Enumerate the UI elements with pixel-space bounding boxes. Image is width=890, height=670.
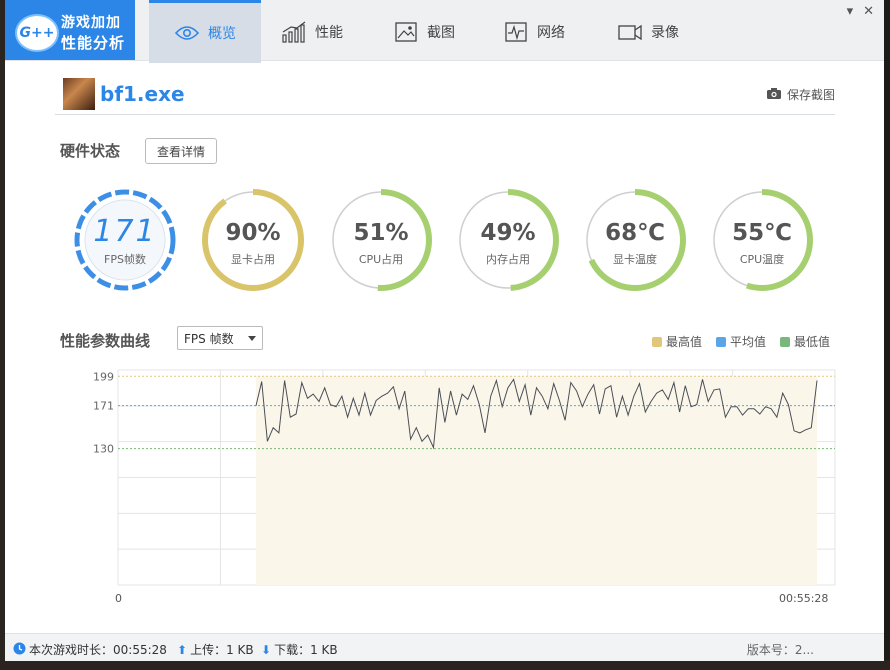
chart-legend: 最高值 平均值 最低值: [651, 333, 830, 350]
gauge-label: CPU温度: [739, 253, 785, 266]
legend-swatch: [651, 336, 662, 347]
tab-bar: G++ 游戏加加 性能分析 概览 性能 截图 网络 录像 ▾ ✕: [5, 0, 884, 63]
logo-subtitle: 性能分析: [61, 34, 126, 52]
desktop-background: [884, 0, 890, 670]
gauge-value: 90%: [225, 220, 281, 246]
fps-gauge: 171 FPS帧数: [73, 188, 177, 292]
gauge-label: CPU占用: [358, 253, 404, 266]
legend-label: 平均值: [729, 335, 766, 349]
logo-title: 游戏加加: [61, 15, 121, 31]
legend-item-avg: 平均值: [715, 333, 766, 350]
fps-line-chart: 199 171 130: [93, 369, 836, 586]
legend-swatch: [779, 336, 790, 347]
app-window: G++ 游戏加加 性能分析 概览 性能 截图 网络 录像 ▾ ✕ bf1.exe…: [5, 0, 884, 661]
metric-select-value: FPS 帧数: [184, 331, 234, 346]
gauge-label: 内存占用: [486, 253, 530, 266]
legend-label: 最高值: [665, 335, 702, 349]
desktop-background: [0, 660, 890, 670]
tab-label: 性能: [315, 24, 343, 41]
legend-label: 最低值: [793, 335, 830, 349]
cpu-temperature-gauge: 55℃ CPU温度: [710, 188, 814, 292]
game-name: bf1.exe: [100, 82, 185, 106]
gauge-value: 68℃: [605, 220, 665, 246]
gauge-value: 55℃: [732, 220, 792, 246]
app-logo: G++ 游戏加加 性能分析: [5, 0, 135, 60]
upload-stat: ⬆ 上传：1 KB: [177, 641, 254, 658]
cpu-usage-gauge: 51% CPU占用: [329, 188, 433, 292]
game-header: bf1.exe 保存截图: [55, 78, 835, 115]
tab-label: 录像: [651, 24, 679, 41]
clock-icon: [13, 642, 26, 658]
hardware-status-title: 硬件状态: [60, 142, 121, 160]
y-tick-labels: 199 171 130: [93, 370, 114, 455]
performance-curve-title: 性能参数曲线: [60, 332, 151, 350]
gpu-temperature-gauge: 68℃ 显卡温度: [583, 188, 687, 292]
save-screenshot-label: 保存截图: [786, 88, 835, 102]
memory-usage-gauge: 49% 内存占用: [456, 188, 560, 292]
legend-item-max: 最高值: [651, 333, 702, 350]
window-controls: ▾ ✕: [847, 4, 874, 19]
download-arrow-icon: ⬇: [261, 642, 272, 657]
y-tick-label: 199: [93, 370, 114, 383]
tab-performance[interactable]: 性能: [281, 3, 343, 60]
data-range-fill: [256, 376, 817, 585]
minimize-button[interactable]: ▾: [847, 4, 854, 19]
status-bar: 本次游戏时长：00:55:28 ⬆ 上传：1 KB ⬇ 下载：1 KB 版本号：…: [5, 633, 884, 661]
gauge-value: 51%: [353, 220, 409, 246]
download-text: 下载：1 KB: [274, 643, 338, 657]
tab-label: 截图: [427, 24, 455, 41]
tab-label: 网络: [537, 24, 565, 41]
version-label: 版本号：2...: [746, 643, 814, 657]
metric-select[interactable]: FPS 帧数: [177, 326, 263, 350]
eye-icon: [174, 22, 200, 44]
camera-icon: [766, 87, 782, 103]
gauge-value: 49%: [480, 220, 536, 246]
fps-label: FPS帧数: [104, 253, 146, 266]
tab-recording[interactable]: 录像: [617, 3, 679, 60]
fps-value: 171: [93, 214, 157, 249]
upload-arrow-icon: ⬆: [177, 642, 188, 657]
download-stat: ⬇ 下载：1 KB: [261, 641, 338, 658]
legend-swatch: [715, 336, 726, 347]
performance-chart-icon: [281, 21, 307, 43]
y-tick-label: 130: [93, 443, 114, 456]
tab-screenshots[interactable]: 截图: [393, 3, 455, 60]
legend-item-min: 最低值: [779, 333, 830, 350]
play-duration-text: 本次游戏时长：00:55:28: [29, 643, 167, 657]
gpu-usage-gauge: 90% 显卡占用: [201, 188, 305, 292]
game-avatar: [63, 78, 95, 110]
view-details-button[interactable]: 查看详情: [145, 138, 217, 164]
x-axis-end-label: 00:55:28: [779, 592, 829, 605]
video-camera-icon: [617, 21, 643, 43]
logo-badge: G++: [15, 14, 59, 52]
play-duration: 本次游戏时长：00:55:28: [13, 641, 167, 658]
network-pulse-icon: [503, 21, 529, 43]
gauge-label: 显卡占用: [231, 253, 275, 266]
chevron-down-icon: [248, 336, 256, 341]
save-screenshot-button[interactable]: 保存截图: [766, 86, 835, 103]
upload-text: 上传：1 KB: [190, 643, 254, 657]
gauge-label: 显卡温度: [613, 253, 657, 266]
tab-network[interactable]: 网络: [503, 3, 565, 60]
image-icon: [393, 21, 419, 43]
close-button[interactable]: ✕: [863, 4, 874, 19]
y-tick-label: 171: [93, 400, 114, 413]
x-axis-start-label: 0: [115, 592, 122, 605]
tab-label: 概览: [208, 26, 236, 42]
tab-overview[interactable]: 概览: [149, 0, 261, 63]
